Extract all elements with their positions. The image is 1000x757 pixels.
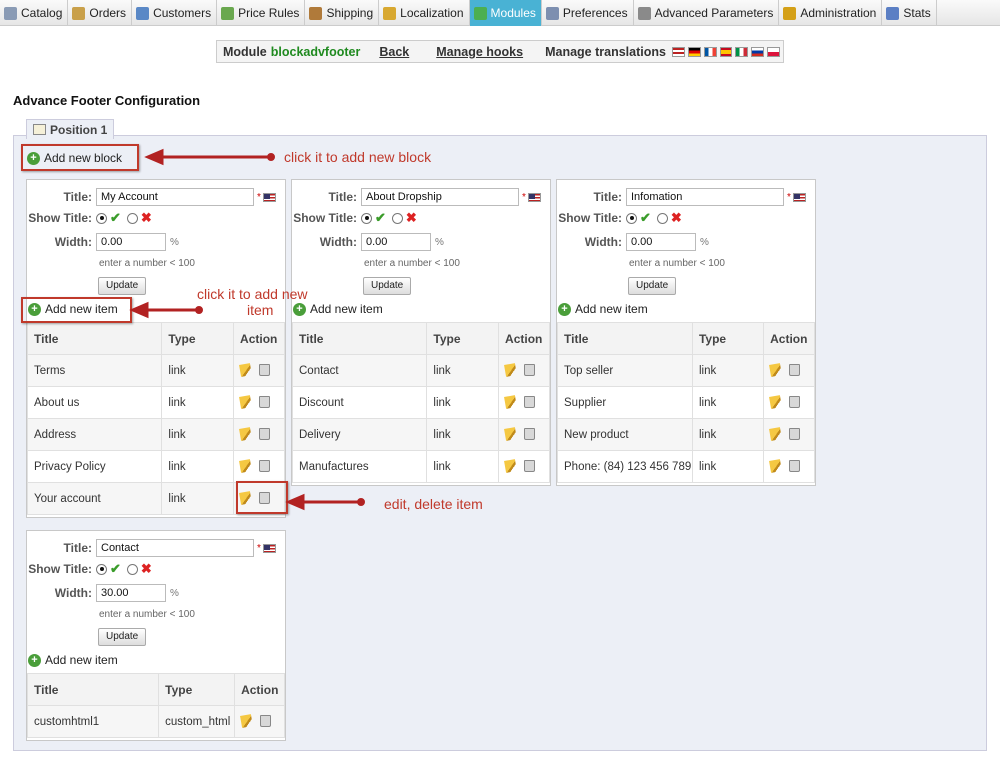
annotation-add-item-text-2: item <box>247 302 274 318</box>
annotation-edit-delete-text: edit, delete item <box>384 496 483 512</box>
annotation-add-block-text: click it to add new block <box>284 149 432 165</box>
annotation-add-item-text-1: click it to add new <box>197 286 308 302</box>
annotation-arrows <box>129 148 365 511</box>
